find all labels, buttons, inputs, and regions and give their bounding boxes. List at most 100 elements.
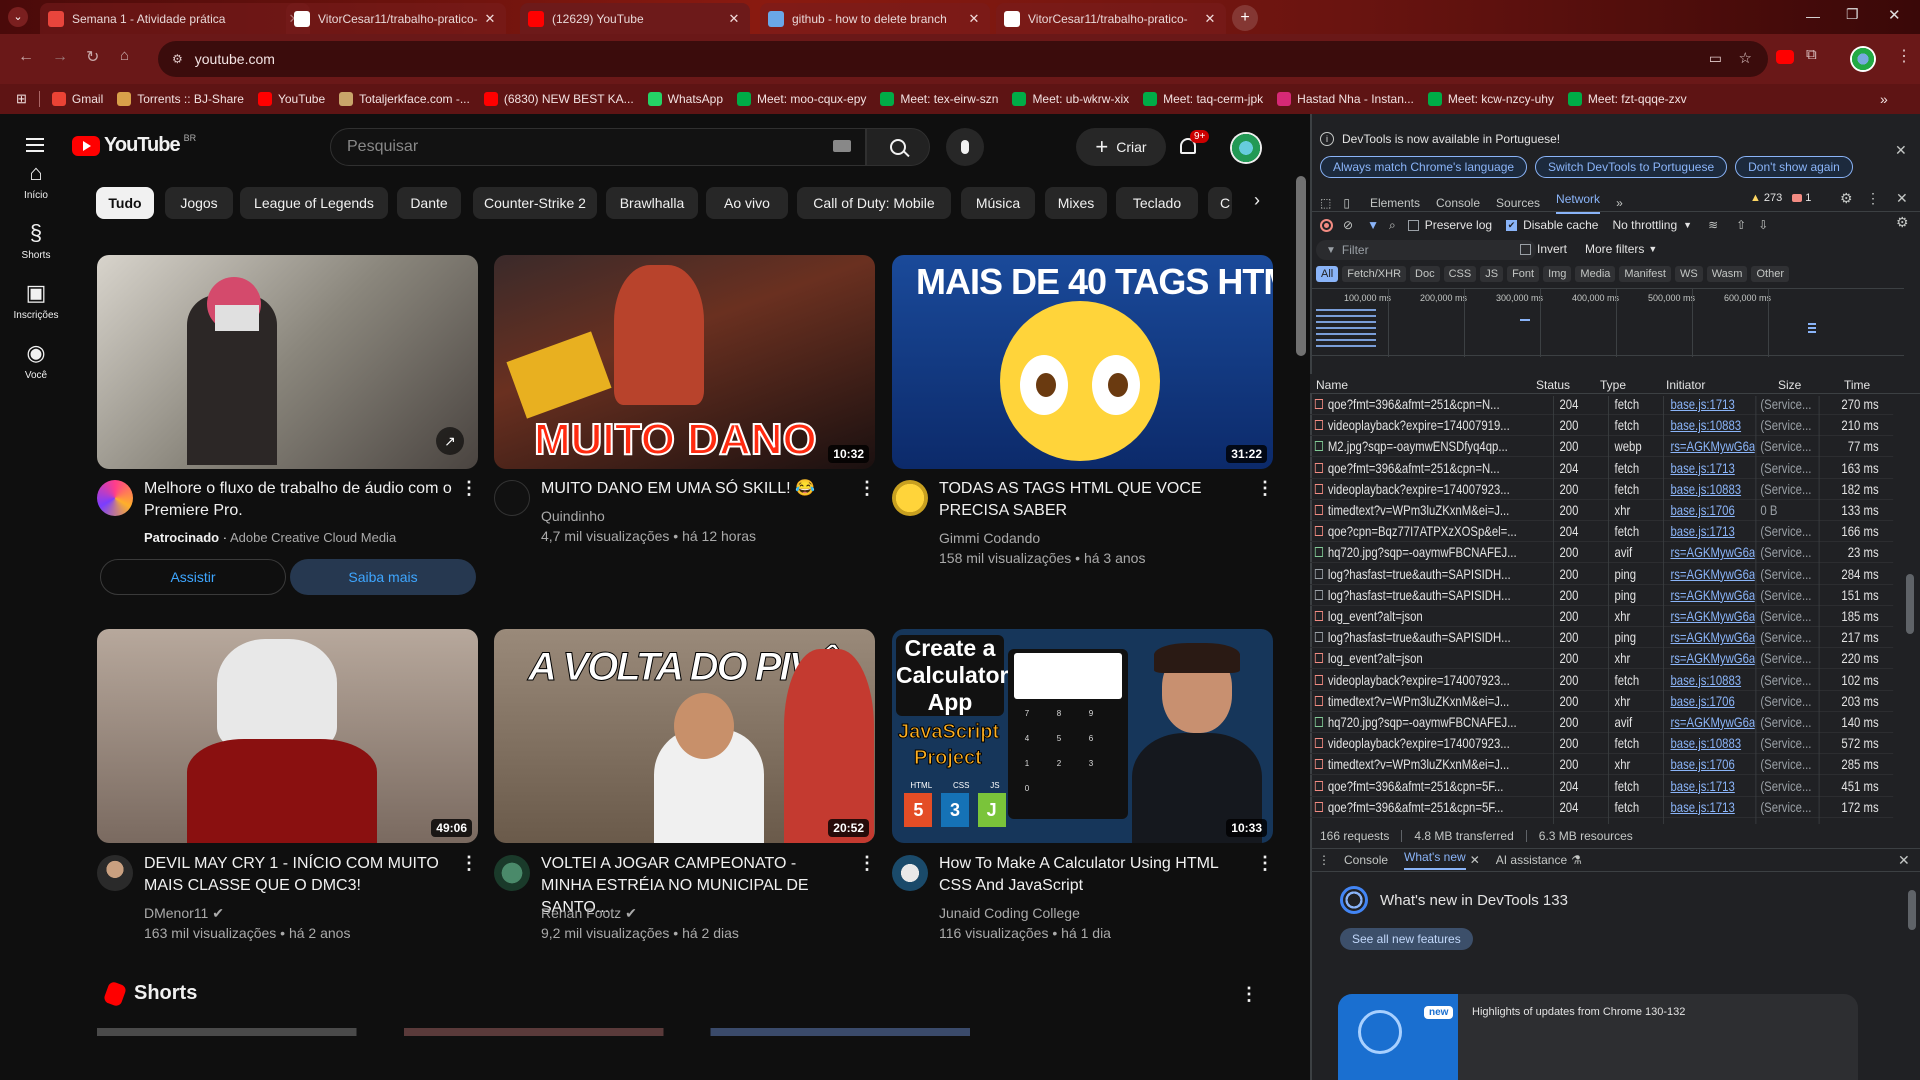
more-options-icon[interactable]: ⋮: [460, 853, 478, 874]
filter-chip[interactable]: Dante: [397, 187, 461, 219]
close-drawer-icon[interactable]: ✕: [1898, 852, 1910, 869]
warning-counter[interactable]: ▲ 273 1: [1750, 192, 1811, 204]
filter-chip[interactable]: Mixes: [1045, 187, 1107, 219]
learn-more-button[interactable]: Saiba mais: [290, 559, 476, 595]
disable-cache-checkbox[interactable]: ✔: [1506, 219, 1518, 231]
request-initiator[interactable]: base.js:1706: [1670, 502, 1754, 518]
extensions-puzzle-icon[interactable]: ⧉: [1806, 46, 1817, 63]
tab-search-icon[interactable]: ⌄: [8, 7, 28, 27]
forward-icon[interactable]: →: [52, 48, 68, 66]
network-settings-icon[interactable]: ⚙: [1896, 214, 1909, 231]
network-request-row[interactable]: qoe?fmt=396&afmt=251&cpn=5F... 204 fetch ba…: [1310, 797, 1894, 818]
see-all-features-button[interactable]: See all new features: [1340, 928, 1473, 950]
close-devtools-icon[interactable]: ✕: [1896, 190, 1908, 207]
bookmark-item[interactable]: WhatsApp: [647, 92, 723, 106]
new-tab-button[interactable]: +: [1232, 5, 1258, 31]
channel-avatar[interactable]: [892, 480, 928, 516]
filter-input[interactable]: ▼ Filter: [1316, 240, 1536, 260]
network-request-row[interactable]: videoplayback?expire=174007923... 200 fetc…: [1310, 733, 1894, 755]
network-request-row[interactable]: hq720.jpg?sqp=-oaymwFBCNAFEJ... 200 avif rs…: [1310, 712, 1894, 733]
channel-name[interactable]: Quindinho: [541, 506, 605, 526]
more-options-icon[interactable]: ⋮: [858, 853, 876, 874]
dont-show-again-button[interactable]: Don't show again: [1735, 156, 1853, 178]
browser-tab[interactable]: (12629) YouTube ✕: [520, 3, 750, 34]
filter-chip[interactable]: Ao vivo: [706, 187, 788, 219]
tab-network[interactable]: Network: [1556, 192, 1601, 214]
tab-console[interactable]: Console: [1436, 196, 1480, 210]
request-initiator[interactable]: rs=AGKMywG6aOy: [1670, 544, 1754, 560]
guide-menu-icon[interactable]: [26, 138, 44, 152]
switch-portuguese-button[interactable]: Switch DevTools to Portuguese: [1535, 156, 1728, 178]
channel-avatar[interactable]: [892, 855, 928, 891]
video-title[interactable]: MUITO DANO EM UMA SÓ SKILL! 😂: [541, 478, 851, 500]
bookmark-star-icon[interactable]: ☆: [1739, 49, 1752, 67]
type-filter-font[interactable]: Font: [1507, 266, 1540, 282]
tab-close-icon[interactable]: ✕: [482, 11, 498, 27]
network-request-row[interactable]: qoe?fmt=396&afmt=251&cpn=5F... 204 fetch ba…: [1310, 776, 1894, 797]
filter-chip[interactable]: League of Legends: [240, 187, 388, 219]
request-initiator[interactable]: rs=AGKMywG6aOy: [1670, 650, 1754, 666]
record-icon[interactable]: [1320, 218, 1333, 232]
network-request-row[interactable]: timedtext?v=WPm3luZKxnM&ei=J... 200 xhr bas…: [1310, 691, 1894, 712]
drawer-tab-ai-assistance[interactable]: AI assistance: [1496, 853, 1567, 867]
bookmark-item[interactable]: Meet: moo-cqux-epy: [737, 92, 866, 106]
request-initiator[interactable]: base.js:10883: [1670, 481, 1754, 497]
close-window-button[interactable]: ✕: [1888, 6, 1901, 24]
keyboard-icon[interactable]: [833, 140, 851, 152]
account-avatar[interactable]: [1230, 132, 1262, 164]
network-request-row[interactable]: qoe?cpn=Bqz77I7ATPXzXOSp&el=... 204 fetch b…: [1310, 521, 1894, 543]
type-filter-ws[interactable]: WS: [1674, 266, 1703, 282]
bookmark-item[interactable]: Meet: kcw-nzcy-uhy: [1427, 92, 1554, 106]
voice-search-button[interactable]: [946, 128, 984, 166]
tab-close-icon[interactable]: ✕: [726, 11, 742, 27]
throttling-select[interactable]: No throttling: [1612, 218, 1677, 232]
bookmark-item[interactable]: Meet: ub-wkrw-xix: [1012, 92, 1129, 106]
tab-close-icon[interactable]: ✕: [1202, 11, 1218, 27]
site-info-icon[interactable]: ⚙: [172, 52, 183, 66]
more-options-icon[interactable]: ⋮: [858, 478, 876, 499]
drawer-menu-icon[interactable]: ⋮: [1318, 853, 1330, 867]
channel-name[interactable]: Renan Footz ✔: [541, 903, 637, 923]
bookmark-item[interactable]: Meet: tex-eirw-szn: [880, 92, 998, 106]
network-request-row[interactable]: videoplayback?expire=174007923... 200 fetc…: [1310, 479, 1894, 500]
column-type[interactable]: Type: [1600, 378, 1626, 392]
chips-next-arrow-icon[interactable]: ›: [1254, 190, 1260, 211]
bookmark-item[interactable]: Meet: fzt-qqqe-zxv: [1567, 92, 1687, 106]
network-request-row[interactable]: videoplayback?expire=174007923... 200 fetc…: [1310, 670, 1894, 691]
filter-funnel-icon[interactable]: ▼: [1367, 218, 1379, 232]
channel-avatar[interactable]: [494, 855, 530, 891]
network-request-row[interactable]: timedtext?v=WPm3luZKxnM&ei=J... 200 xhr bas…: [1310, 754, 1894, 776]
request-initiator[interactable]: rs=AGKMywG6aOy: [1670, 714, 1754, 730]
column-separator[interactable]: [1663, 396, 1664, 824]
request-initiator[interactable]: base.js:1713: [1670, 778, 1754, 794]
request-initiator[interactable]: base.js:1706: [1670, 756, 1754, 772]
filter-chip[interactable]: Música: [961, 187, 1035, 219]
settings-gear-icon[interactable]: ⚙: [1840, 190, 1853, 207]
search-network-icon[interactable]: ⌕: [1389, 218, 1396, 233]
shorts-more-icon[interactable]: ⋮: [1240, 984, 1258, 1005]
invert-checkbox[interactable]: [1520, 243, 1531, 255]
filter-chip[interactable]: C: [1208, 187, 1232, 219]
type-filter-wasm[interactable]: Wasm: [1706, 266, 1748, 282]
network-request-row[interactable]: timedtext?v=WPm3luZKxnM&ei=J... 200 xhr bas…: [1310, 500, 1894, 521]
video-thumbnail[interactable]: MAIS DE 40 TAGS HTML 31:22: [892, 255, 1273, 469]
column-name[interactable]: Name: [1316, 378, 1348, 392]
inspect-icon[interactable]: ⬚: [1320, 196, 1331, 210]
more-options-icon[interactable]: ⋮: [1256, 478, 1274, 499]
request-initiator[interactable]: rs=AGKMywG6aOy: [1670, 629, 1754, 645]
maximize-button[interactable]: ❐: [1846, 6, 1859, 23]
create-button[interactable]: + Criar: [1076, 128, 1166, 166]
drawer-scrollbar[interactable]: [1908, 890, 1916, 930]
video-title[interactable]: DEVIL MAY CRY 1 - INÍCIO COM MUITO MAIS …: [144, 853, 454, 897]
request-initiator[interactable]: base.js:1713: [1670, 460, 1754, 476]
more-bookmarks-icon[interactable]: »: [1880, 91, 1888, 107]
device-toolbar-icon[interactable]: ▯: [1343, 196, 1350, 210]
video-thumbnail[interactable]: ↗: [97, 255, 478, 469]
external-link-icon[interactable]: ↗: [436, 427, 464, 455]
filter-chip[interactable]: Teclado: [1116, 187, 1198, 219]
sidebar-item-incio[interactable]: ⌂ Início: [0, 160, 72, 201]
request-initiator[interactable]: rs=AGKMywG6aOy: [1670, 587, 1754, 603]
column-initiator[interactable]: Initiator: [1666, 378, 1705, 392]
channel-name[interactable]: DMenor11 ✔: [144, 903, 224, 923]
more-filters-dropdown-icon[interactable]: ▼: [1648, 244, 1657, 254]
